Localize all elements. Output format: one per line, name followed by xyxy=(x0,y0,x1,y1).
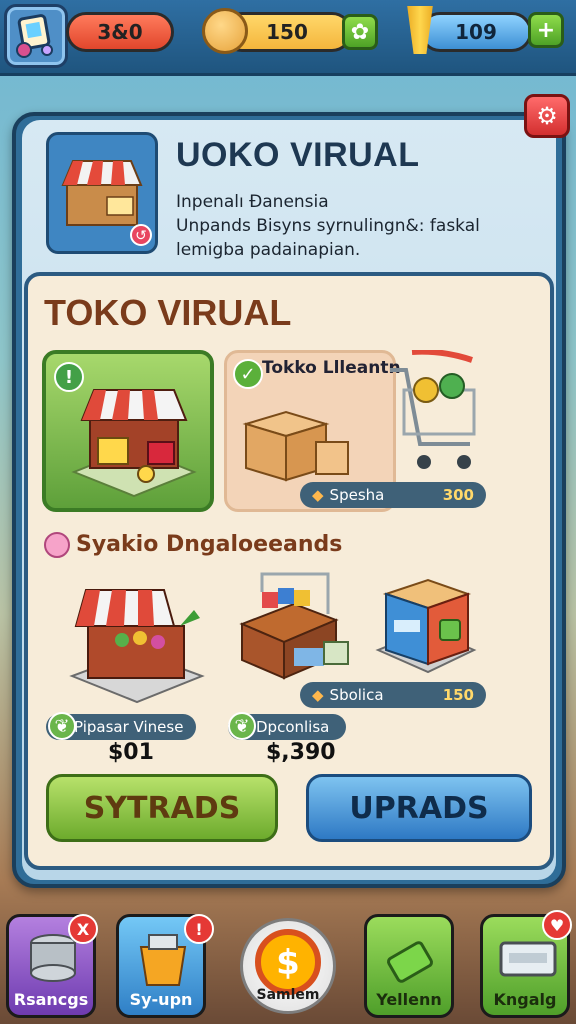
store-card-stall[interactable]: ! xyxy=(42,350,214,512)
section-title: Syakio Dngaloeeands xyxy=(76,532,343,557)
settings-button[interactable]: ⚙ xyxy=(524,94,570,138)
card-shopping-tag: Spesha xyxy=(329,486,385,504)
uprads-button[interactable]: UPRADS xyxy=(306,774,532,842)
nav-sy-upn-badge: ! xyxy=(184,914,214,944)
card-shopping-price: 300 xyxy=(442,486,474,504)
item-3-tag: Sbolica xyxy=(329,686,384,704)
nav-resources-label: Rsancgs xyxy=(13,990,89,1009)
nav-samlem-label: Samlem xyxy=(256,987,320,1003)
boxes-icon xyxy=(242,410,349,482)
svg-text:$: $ xyxy=(276,943,300,983)
nav-samlem[interactable]: $ Samlem xyxy=(240,918,336,1014)
card-shopping-title: Tokko Llleantn xyxy=(262,358,401,378)
resource-counter-red: 3&0 xyxy=(66,12,174,52)
sytrads-button[interactable]: SYTRADS xyxy=(46,774,278,842)
nav-sy-upn-label: Sy-upn xyxy=(129,990,193,1009)
market-stall-icon: ↺ xyxy=(61,160,152,246)
panel-icon xyxy=(499,941,557,977)
panel-subtitle: Inpenalı Ɖanensia xyxy=(176,192,329,212)
cookie-icon xyxy=(202,8,248,54)
gift-icon: ✿ xyxy=(350,19,370,45)
item-2-tag-label: Dpconlisa xyxy=(256,718,330,736)
section-icon xyxy=(44,532,70,558)
plus-icon: + xyxy=(536,17,556,43)
item-1-price: $01 xyxy=(108,740,154,765)
avatar-icon xyxy=(16,14,53,58)
item-2-price: $,390 xyxy=(266,740,336,765)
shopping-cart-icon xyxy=(390,350,476,469)
gear-icon: ⚙ xyxy=(536,102,558,130)
nav-kngalg-badge: ♥ xyxy=(542,910,572,940)
add-currency-button[interactable]: + xyxy=(528,12,564,48)
shop-thumbnail: ↺ xyxy=(46,132,158,254)
cup-counter: 109 xyxy=(420,12,532,52)
panel-title: UOKO VIRUAL xyxy=(176,136,420,174)
leaf-icon: ❦ xyxy=(48,712,76,740)
leaf-icon-2: ❦ xyxy=(228,712,256,740)
item-3-value: 150 xyxy=(442,686,474,704)
nav-yellenn[interactable]: Yellenn xyxy=(364,914,454,1018)
arrow-icon-2: ◆ xyxy=(312,686,324,704)
stall-icon xyxy=(71,389,197,498)
ticket-icon xyxy=(387,941,433,983)
nav-yellenn-label: Yellenn xyxy=(376,990,442,1009)
gift-button[interactable]: ✿ xyxy=(342,14,378,50)
svg-text:↺: ↺ xyxy=(135,228,147,244)
nav-kngalg-label: Kngalg xyxy=(493,990,557,1009)
store-heading: TOKO VIRUAL xyxy=(44,292,292,333)
nav-resources-badge: X xyxy=(68,914,98,944)
arrow-icon: ◆ xyxy=(312,486,324,504)
panel-description: Unpands Bisyns syrnulingn&: faskal lemig… xyxy=(176,216,480,260)
box-kiosk-icon xyxy=(375,578,477,674)
item-3-pricebar: ◆ Sbolica 150 xyxy=(300,682,486,708)
market-booth-icon xyxy=(69,589,205,704)
card-shopping-pricebar: ◆ Spesha 300 xyxy=(300,482,486,508)
cart-stall-icon xyxy=(239,572,349,680)
player-avatar[interactable] xyxy=(4,4,68,68)
basket-icon xyxy=(139,934,187,986)
item-1-tag-label: Pipasar Vinese xyxy=(74,718,184,736)
